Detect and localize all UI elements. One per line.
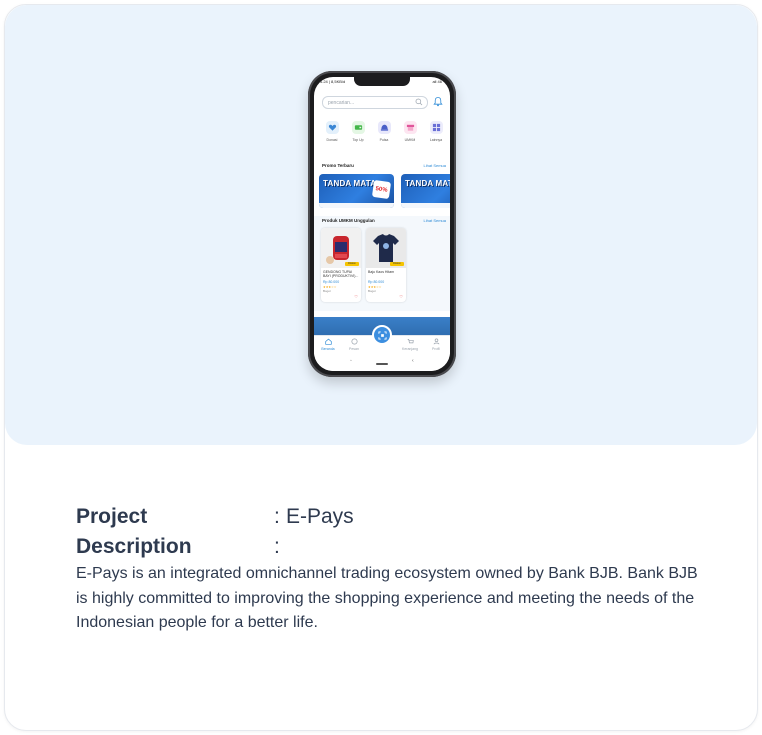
- nav-item-keranjang[interactable]: Keranjang: [398, 338, 422, 351]
- nav-label: Beranda: [321, 347, 335, 351]
- scan-button[interactable]: [372, 325, 392, 345]
- status-time: 5.24 | 8,5KB/d: [320, 79, 346, 84]
- category-label: Donasi: [326, 138, 338, 142]
- nav-item-pesan[interactable]: Pesan: [342, 338, 366, 351]
- search-placeholder: pencarian...: [328, 100, 355, 106]
- phone-notch: [354, 77, 410, 86]
- product-price: Rp 80.000: [368, 280, 385, 284]
- product-tag: Diskon: [345, 262, 359, 266]
- promo-header: Promo Terbaru Lihat Semua: [322, 163, 446, 169]
- topup-icon: [351, 121, 365, 134]
- promo-banner[interactable]: TANDA MATA 50%: [319, 174, 394, 208]
- home-bar-icon[interactable]: [376, 363, 388, 365]
- product-header: Produk UMKM Unggulan Lihat Semua: [322, 218, 446, 224]
- nav-item-beranda[interactable]: Beranda: [316, 338, 340, 351]
- store-icon: [403, 121, 417, 134]
- chat-icon: [350, 338, 358, 345]
- category-row: Donasi Top Up Pulsa UMKM Lainnya: [318, 121, 448, 149]
- product-image: Diskon: [321, 228, 361, 268]
- hero-preview: 5.24 | 8,5KB/d all 46 pencarian... Donas…: [5, 5, 757, 445]
- category-pulsa[interactable]: Pulsa: [372, 121, 396, 142]
- nav-label: Keranjang: [402, 347, 418, 351]
- category-label: Pulsa: [379, 138, 389, 142]
- nav-label: Pesan: [349, 347, 359, 351]
- product-image: Diskon: [366, 228, 406, 268]
- back-icon[interactable]: ‹: [412, 358, 414, 364]
- product-card[interactable]: Diskon Baju Kaos Hitam Rp 80.000 ★★★☆☆ B…: [366, 228, 406, 302]
- home-icon: [324, 338, 332, 345]
- promo-banner-footer: [319, 203, 394, 208]
- status-signal: all 46: [432, 79, 442, 84]
- phone-screen: 5.24 | 8,5KB/d all 46 pencarian... Donas…: [314, 77, 450, 371]
- promo-banner-footer: [401, 203, 450, 208]
- promo-banner-title: TANDA MATA: [323, 179, 377, 188]
- category-topup[interactable]: Top Up: [346, 121, 370, 142]
- grid-icon: [429, 121, 443, 134]
- product-location: Bogor: [368, 289, 377, 293]
- promo-banner[interactable]: TANDA MATA: [401, 174, 450, 208]
- promo-see-all-link[interactable]: Lihat Semua: [424, 163, 446, 168]
- product-card[interactable]: Diskon GENDONG TUPAI BAYI (PRODUKTIVI)..…: [321, 228, 361, 302]
- promo-title: Promo Terbaru: [322, 163, 354, 168]
- profile-icon: [433, 338, 439, 345]
- recent-apps-icon[interactable]: ◦: [350, 358, 352, 364]
- nav-item-profil[interactable]: Profil: [424, 338, 448, 351]
- product-location: Bogor: [323, 289, 332, 293]
- search-icon: [415, 98, 423, 106]
- pulse-phone-icon: [377, 121, 391, 134]
- project-colon: :: [274, 505, 280, 528]
- product-tag: Diskon: [390, 262, 404, 266]
- description-text: E-Pays is an integrated omnichannel trad…: [76, 565, 698, 631]
- category-label: UMKM: [404, 138, 416, 142]
- category-donasi[interactable]: Donasi: [320, 121, 344, 142]
- description-colon: :: [274, 535, 280, 558]
- nav-label: Profil: [432, 347, 440, 351]
- product-name: Baju Kaos Hitam: [368, 270, 395, 274]
- bell-icon[interactable]: [433, 96, 443, 107]
- heart-icon[interactable]: ♡: [399, 294, 403, 299]
- project-card: 5.24 | 8,5KB/d all 46 pencarian... Donas…: [4, 4, 758, 731]
- category-label: Lainnya: [429, 138, 443, 142]
- product-price: Rp 80.000: [323, 280, 340, 284]
- category-label: Top Up: [352, 138, 364, 142]
- promo-banner-title: TANDA MATA: [405, 179, 450, 188]
- search-input[interactable]: pencarian...: [322, 96, 428, 109]
- system-navigation: ◦ ‹: [314, 353, 450, 371]
- promo-banner-badge: 50%: [371, 179, 392, 200]
- phone-mockup: 5.24 | 8,5KB/d all 46 pencarian... Donas…: [308, 71, 456, 377]
- description-label: Description: [76, 535, 192, 558]
- product-name: GENDONG TUPAI BAYI (PRODUKTIVI)...: [323, 270, 359, 278]
- heart-icon[interactable]: ♡: [354, 294, 358, 299]
- cart-icon: [407, 339, 414, 344]
- product-see-all-link[interactable]: Lihat Semua: [424, 218, 446, 223]
- product-title: Produk UMKM Unggulan: [322, 218, 375, 223]
- category-lainnya[interactable]: Lainnya: [424, 121, 448, 142]
- qr-scan-icon: [377, 330, 387, 340]
- category-umkm[interactable]: UMKM: [398, 121, 422, 142]
- project-label: Project: [76, 505, 148, 528]
- project-value: E-Pays: [286, 505, 354, 528]
- donation-icon: [325, 121, 339, 134]
